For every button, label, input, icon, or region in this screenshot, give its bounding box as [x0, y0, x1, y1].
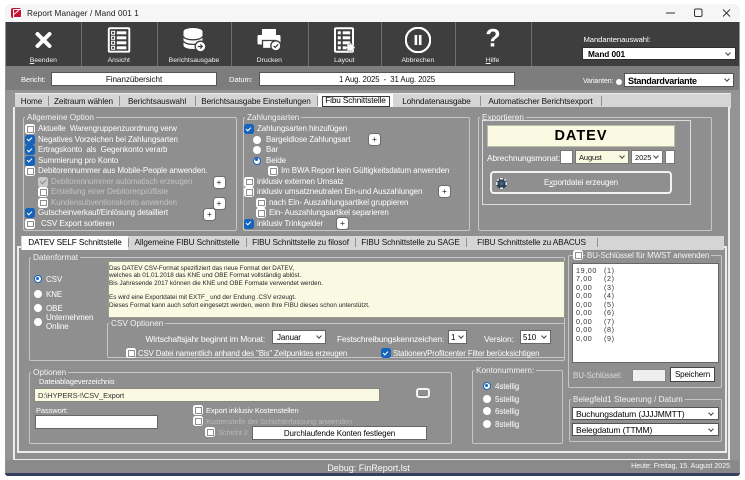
- svg-text:?: ?: [485, 27, 500, 53]
